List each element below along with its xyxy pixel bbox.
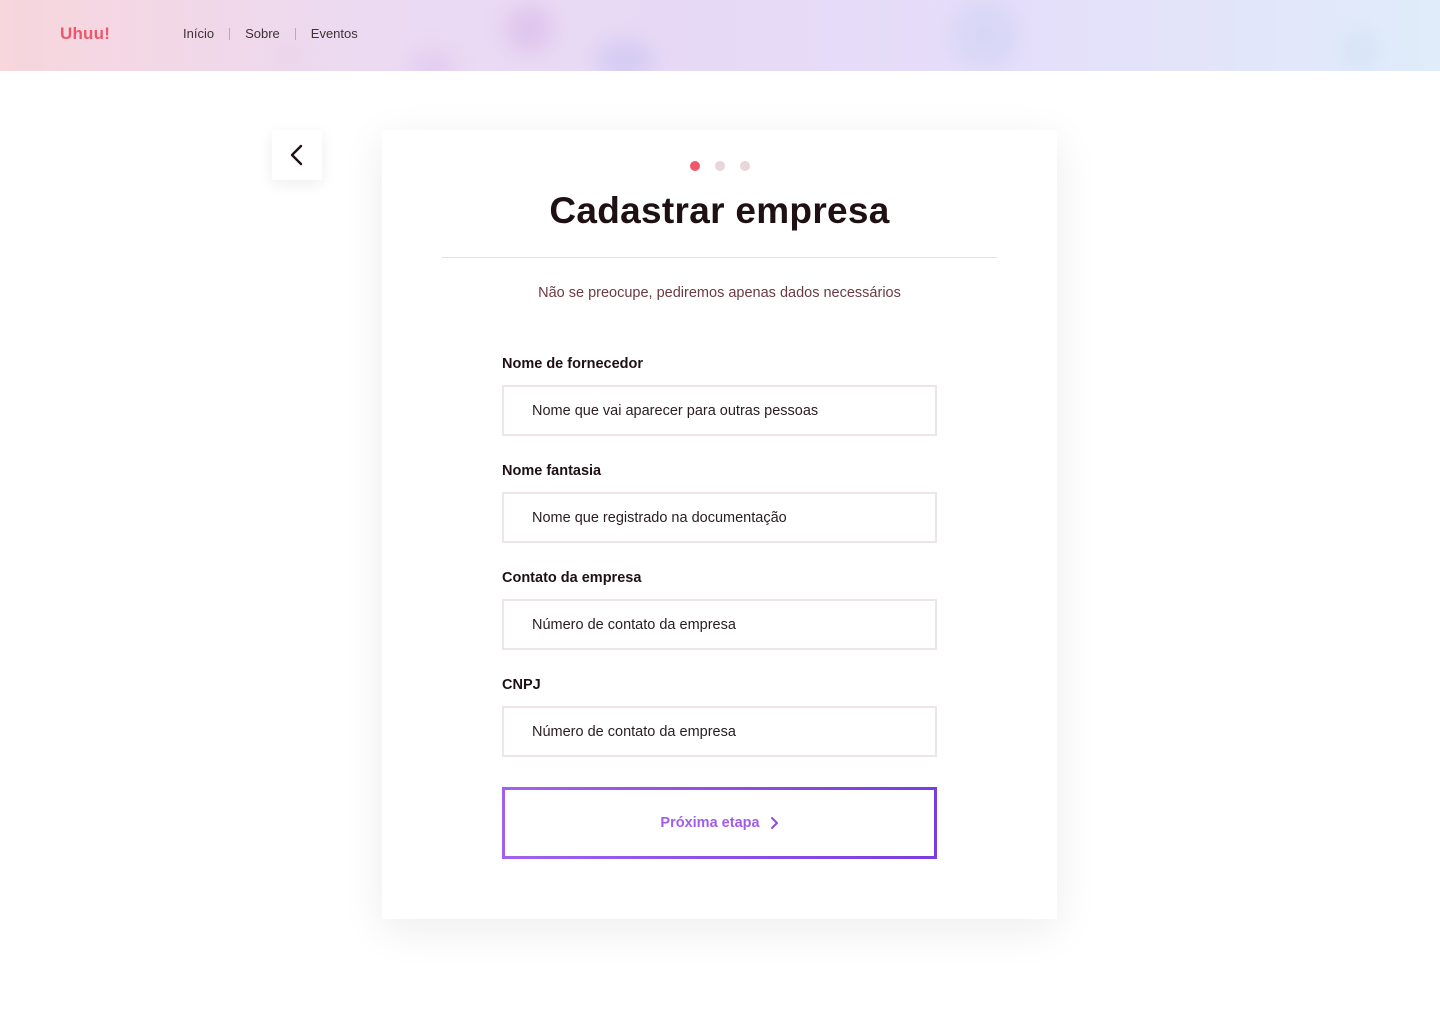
background-blob: [1340, 30, 1380, 70]
nav-item-sobre[interactable]: Sobre: [245, 26, 280, 41]
title-divider: [442, 257, 997, 258]
logo[interactable]: Uhuu!: [60, 24, 110, 44]
cnpj-input[interactable]: [502, 706, 937, 757]
step-dot-2: [714, 161, 725, 171]
step-dot-1: [689, 161, 700, 171]
cnpj-label: CNPJ: [502, 677, 541, 693]
back-button[interactable]: [272, 130, 322, 180]
nav-divider: [229, 27, 231, 40]
page-subtitle: Não se preocupe, pediremos apenas dados …: [538, 285, 901, 301]
supplier-name-label: Nome de fornecedor: [502, 356, 643, 372]
step-indicator: [382, 161, 1057, 171]
background-blob: [595, 40, 655, 71]
supplier-name-input[interactable]: [502, 385, 937, 436]
nav-item-eventos[interactable]: Eventos: [311, 26, 358, 41]
next-step-button[interactable]: Próxima etapa: [502, 787, 937, 859]
company-contact-label: Contato da empresa: [502, 570, 642, 586]
chevron-right-icon: [770, 817, 778, 829]
trade-name-input[interactable]: [502, 492, 937, 543]
step-dot-3: [739, 161, 750, 171]
background-blob: [505, 5, 553, 53]
main-nav: Início Sobre Eventos: [183, 26, 358, 41]
company-contact-input[interactable]: [502, 599, 937, 650]
page-title: Cadastrar empresa: [549, 190, 890, 231]
background-blob: [270, 40, 310, 70]
next-step-label: Próxima etapa: [660, 815, 760, 831]
trade-name-label: Nome fantasia: [502, 463, 602, 479]
nav-item-inicio[interactable]: Início: [183, 26, 214, 41]
background-blob: [950, 0, 1020, 70]
nav-divider: [294, 27, 296, 40]
background-blob: [410, 50, 456, 71]
chevron-left-icon: [290, 144, 303, 166]
top-nav-bar: Uhuu! Início Sobre Eventos: [0, 0, 1440, 71]
register-company-card: Cadastrar empresa Não se preocupe, pedir…: [382, 130, 1057, 919]
